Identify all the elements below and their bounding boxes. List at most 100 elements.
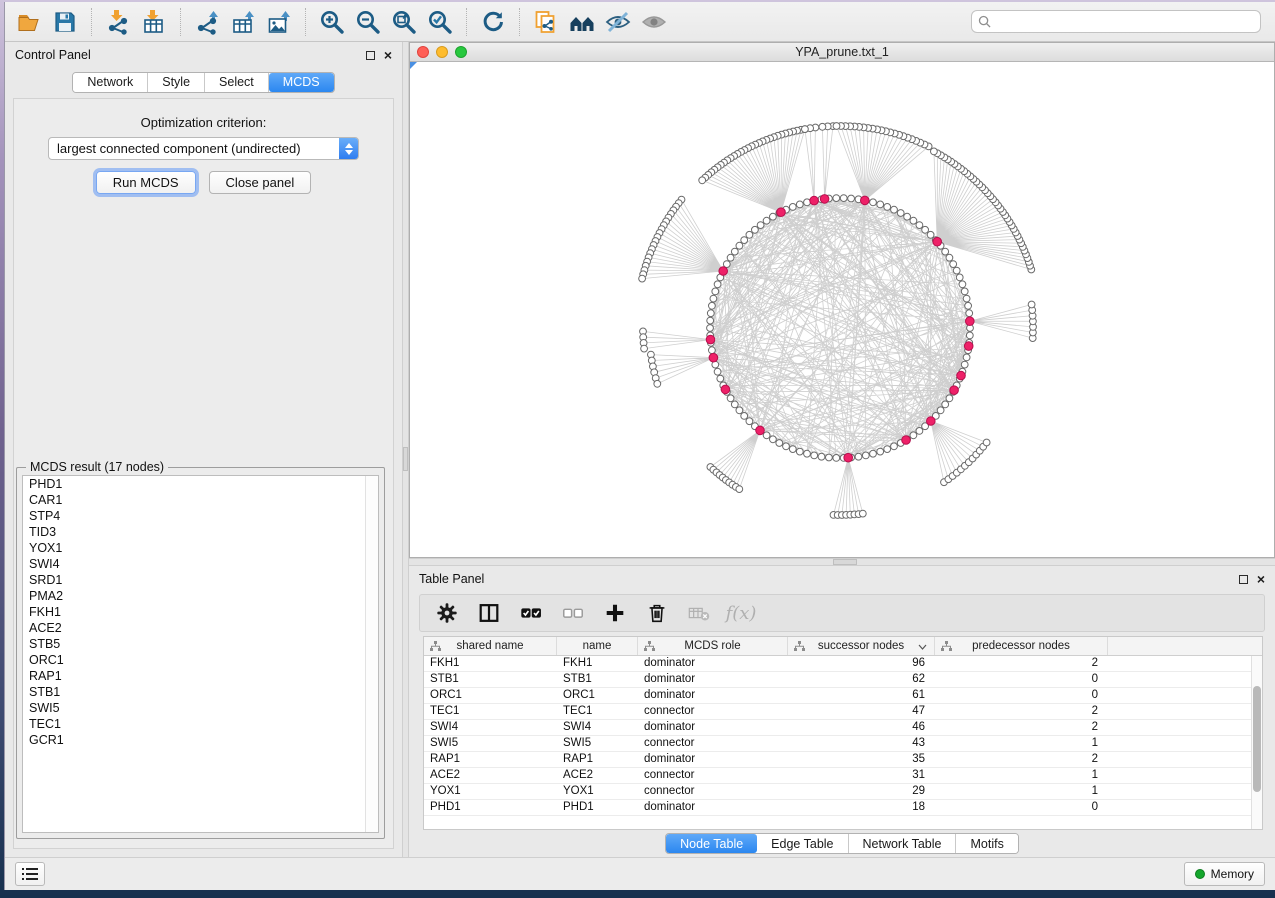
mcds-result-item[interactable]: SWI5: [23, 700, 378, 716]
table-cell[interactable]: 96: [788, 656, 935, 671]
table-row[interactable]: FKH1FKH1dominator962: [424, 656, 1262, 672]
table-cell[interactable]: 0: [935, 800, 1108, 815]
tab-edge-table[interactable]: Edge Table: [757, 834, 848, 853]
table-cell[interactable]: connector: [638, 704, 788, 719]
column-header-MCDS-role[interactable]: MCDS role: [638, 637, 788, 655]
optimization-criterion-select[interactable]: largest connected component (undirected): [48, 137, 359, 160]
mcds-result-item[interactable]: FKH1: [23, 604, 378, 620]
table-cell[interactable]: 31: [788, 768, 935, 783]
table-cell[interactable]: 29: [788, 784, 935, 799]
table-cell[interactable]: 47: [788, 704, 935, 719]
table-cell[interactable]: 0: [935, 688, 1108, 703]
table-cell[interactable]: 0: [935, 672, 1108, 687]
mcds-result-item[interactable]: SWI4: [23, 556, 378, 572]
zoom-in-icon[interactable]: [314, 5, 350, 39]
memory-button[interactable]: Memory: [1184, 862, 1265, 886]
mcds-result-item[interactable]: RAP1: [23, 668, 378, 684]
mcds-result-item[interactable]: TID3: [23, 524, 378, 540]
table-cell[interactable]: SWI4: [424, 720, 557, 735]
mcds-result-item[interactable]: STP4: [23, 508, 378, 524]
table-cell[interactable]: connector: [638, 784, 788, 799]
table-cell[interactable]: dominator: [638, 688, 788, 703]
table-settings-icon[interactable]: [428, 597, 466, 629]
add-column-icon[interactable]: [596, 597, 634, 629]
table-cell[interactable]: PHD1: [557, 800, 638, 815]
table-row[interactable]: ACE2ACE2connector311: [424, 768, 1262, 784]
table-cell[interactable]: PHD1: [424, 800, 557, 815]
table-cell[interactable]: 61: [788, 688, 935, 703]
open-file-icon[interactable]: [11, 5, 47, 39]
table-cell[interactable]: FKH1: [424, 656, 557, 671]
search-box[interactable]: [971, 10, 1261, 33]
mcds-result-list[interactable]: PHD1CAR1STP4TID3YOX1SWI4SRD1PMA2FKH1ACE2…: [22, 475, 379, 833]
table-cell[interactable]: ORC1: [424, 688, 557, 703]
tab-style[interactable]: Style: [148, 73, 205, 92]
table-cell[interactable]: STB1: [424, 672, 557, 687]
table-cell[interactable]: 1: [935, 784, 1108, 799]
mcds-result-item[interactable]: ORC1: [23, 652, 378, 668]
float-panel-icon[interactable]: [366, 51, 375, 60]
mcds-result-item[interactable]: PHD1: [23, 476, 378, 492]
first-neighbors-icon[interactable]: [564, 5, 600, 39]
tab-network[interactable]: Network: [73, 73, 148, 92]
table-cell[interactable]: dominator: [638, 800, 788, 815]
table-cell[interactable]: 62: [788, 672, 935, 687]
table-row[interactable]: SWI5SWI5connector431: [424, 736, 1262, 752]
import-table-icon[interactable]: [136, 5, 172, 39]
table-cell[interactable]: RAP1: [557, 752, 638, 767]
toggle-panel-icon[interactable]: [470, 597, 508, 629]
table-cell[interactable]: 2: [935, 720, 1108, 735]
table-cell[interactable]: 43: [788, 736, 935, 751]
close-panel-button[interactable]: Close panel: [209, 171, 312, 194]
delete-column-icon[interactable]: [638, 597, 676, 629]
column-header-predecessor-nodes[interactable]: predecessor nodes: [935, 637, 1108, 655]
table-cell[interactable]: 18: [788, 800, 935, 815]
table-row[interactable]: RAP1RAP1dominator352: [424, 752, 1262, 768]
select-all-icon[interactable]: [512, 597, 550, 629]
import-network-icon[interactable]: [100, 5, 136, 39]
mcds-result-item[interactable]: TEC1: [23, 716, 378, 732]
vertical-splitter[interactable]: [402, 42, 409, 857]
column-header-name[interactable]: name: [557, 637, 638, 655]
table-cell[interactable]: TEC1: [424, 704, 557, 719]
table-cell[interactable]: connector: [638, 736, 788, 751]
export-table-icon[interactable]: [225, 5, 261, 39]
network-canvas[interactable]: [410, 62, 1274, 557]
splitter-handle[interactable]: [833, 559, 857, 565]
zoom-selected-icon[interactable]: [422, 5, 458, 39]
close-panel-icon[interactable]: ×: [384, 50, 392, 60]
table-cell[interactable]: FKH1: [557, 656, 638, 671]
hide-selected-icon[interactable]: [600, 5, 636, 39]
mcds-result-item[interactable]: ACE2: [23, 620, 378, 636]
table-cell[interactable]: ACE2: [424, 768, 557, 783]
horizontal-splitter[interactable]: [409, 558, 1275, 566]
float-table-panel-icon[interactable]: [1239, 575, 1248, 584]
table-cell[interactable]: connector: [638, 768, 788, 783]
table-cell[interactable]: SWI5: [424, 736, 557, 751]
tab-select[interactable]: Select: [205, 73, 269, 92]
table-cell[interactable]: dominator: [638, 752, 788, 767]
search-input[interactable]: [996, 15, 1254, 29]
run-mcds-button[interactable]: Run MCDS: [96, 171, 196, 194]
mcds-result-item[interactable]: PMA2: [23, 588, 378, 604]
tab-mcds[interactable]: MCDS: [269, 73, 334, 92]
table-row[interactable]: PHD1PHD1dominator180: [424, 800, 1262, 816]
table-cell[interactable]: dominator: [638, 656, 788, 671]
table-cell[interactable]: SWI5: [557, 736, 638, 751]
mcds-result-item[interactable]: STB1: [23, 684, 378, 700]
close-table-panel-icon[interactable]: ×: [1257, 574, 1265, 584]
export-image-icon[interactable]: [261, 5, 297, 39]
table-cell[interactable]: 2: [935, 656, 1108, 671]
table-scrollbar[interactable]: [1251, 656, 1262, 829]
table-cell[interactable]: 2: [935, 704, 1108, 719]
table-row[interactable]: TEC1TEC1connector472: [424, 704, 1262, 720]
zoom-fit-icon[interactable]: [386, 5, 422, 39]
mcds-result-item[interactable]: SRD1: [23, 572, 378, 588]
table-cell[interactable]: 1: [935, 768, 1108, 783]
mcds-result-item[interactable]: CAR1: [23, 492, 378, 508]
scrollbar-thumb[interactable]: [1253, 686, 1261, 792]
mcds-result-item[interactable]: GCR1: [23, 732, 378, 748]
table-cell[interactable]: 1: [935, 736, 1108, 751]
deselect-all-icon[interactable]: [554, 597, 592, 629]
table-row[interactable]: ORC1ORC1dominator610: [424, 688, 1262, 704]
